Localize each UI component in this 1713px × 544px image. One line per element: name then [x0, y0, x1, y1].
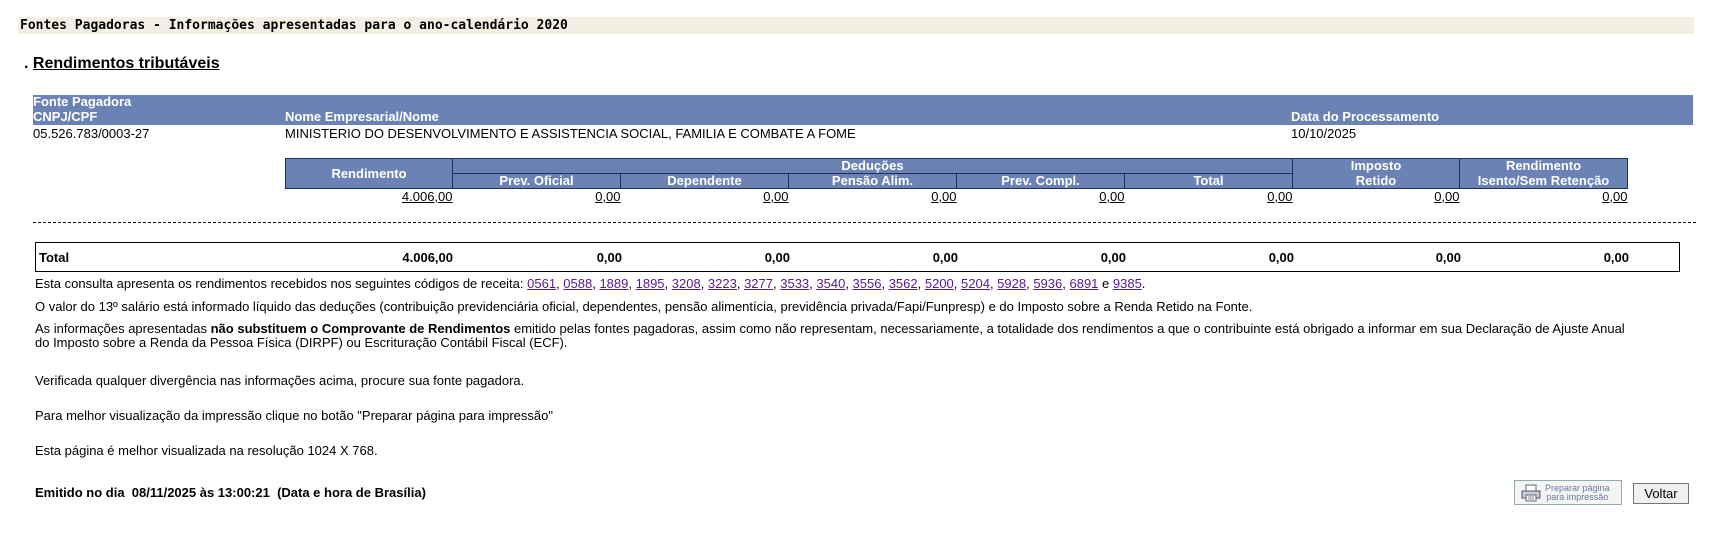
code-separator: , — [845, 276, 853, 291]
col-imposto: Imposto — [1292, 158, 1460, 174]
total-imposto: 0,00 — [1435, 250, 1461, 265]
code-link[interactable]: 1895 — [636, 276, 665, 291]
code-link[interactable]: 6891 — [1069, 276, 1098, 291]
code-link[interactable]: 3533 — [780, 276, 809, 291]
total-label: Total — [39, 250, 70, 265]
code-separator: , — [628, 276, 636, 291]
col-rendimento: Rendimento — [285, 158, 453, 189]
total-pensao: 0,00 — [932, 250, 958, 265]
col-imposto-l2: Retido — [1292, 173, 1460, 189]
header-fonte-pagadora: Fonte Pagadora — [33, 94, 132, 109]
source-row: 05.526.783/0003-27 MINISTERIO DO DESENVO… — [33, 126, 1693, 142]
resolucao-paragraph: Esta página é melhor visualizada na reso… — [35, 443, 378, 458]
code-link[interactable]: 3277 — [744, 276, 773, 291]
codes-text: Esta consulta apresenta os rendimentos r… — [35, 276, 528, 291]
col-pensao: Pensão Alim. — [788, 173, 957, 189]
total-isento: 0,00 — [1603, 250, 1629, 265]
decimo-paragraph: O valor do 13º salário está informado lí… — [35, 299, 1253, 314]
value-prev-compl[interactable]: 0,00 — [957, 189, 1124, 206]
table-row: 4.006,00 0,00 0,00 0,00 0,00 0,00 0,00 0… — [286, 189, 1628, 206]
code-link[interactable]: 3208 — [672, 276, 701, 291]
voltar-button[interactable]: Voltar — [1633, 483, 1689, 504]
code-separator: , — [700, 276, 708, 291]
code-separator: , — [953, 276, 962, 291]
code-link[interactable]: 5936 — [1033, 276, 1062, 291]
comprovante-a: As informações apresentadas — [35, 321, 211, 336]
code-link[interactable]: 5204 — [961, 276, 990, 291]
section-prefix: . — [24, 55, 33, 72]
page-title: Fontes Pagadoras - Informações apresenta… — [18, 17, 1694, 34]
code-link[interactable]: 3556 — [853, 276, 882, 291]
code-separator: , — [664, 276, 672, 291]
source-nome: MINISTERIO DO DESENVOLVIMENTO E ASSISTEN… — [285, 126, 856, 141]
comprovante-b: não substituem o Comprovante de Rendimen… — [210, 321, 511, 336]
comprovante-d: do Imposto sobre a Renda da Pessoa Físic… — [35, 335, 568, 350]
col-dependente: Dependente — [620, 173, 789, 189]
deductions-table: Rendimento Deduções Imposto Rendimento P… — [285, 158, 1628, 205]
value-rendimento[interactable]: 4.006,00 — [286, 189, 453, 206]
comprovante-c: emitido pelas fontes pagadoras, assim co… — [510, 321, 1625, 336]
total-rendimento: 4.006,00 — [402, 250, 453, 265]
comprovante-paragraph: As informações apresentadas não substitu… — [35, 322, 1675, 350]
code-link[interactable]: 0588 — [563, 276, 592, 291]
value-isento[interactable]: 0,00 — [1460, 189, 1627, 206]
code-link[interactable]: 5928 — [997, 276, 1026, 291]
section-title-text: Rendimentos tributáveis — [32, 55, 220, 72]
code-separator: . — [1141, 276, 1146, 291]
col-deducoes: Deduções — [452, 158, 1293, 174]
header-data-processamento: Data do Processamento — [1291, 109, 1440, 124]
value-prev-oficial[interactable]: 0,00 — [453, 189, 620, 206]
impressao-paragraph: Para melhor visualização da impressão cl… — [35, 408, 553, 423]
code-link[interactable]: 1889 — [599, 276, 628, 291]
col-prev-compl: Prev. Compl. — [956, 173, 1125, 189]
col-isento: Rendimento — [1459, 158, 1628, 174]
codes-paragraph: Esta consulta apresenta os rendimentos r… — [35, 277, 1145, 291]
source-cnpj: 05.526.783/0003-27 — [33, 126, 150, 141]
value-imposto[interactable]: 0,00 — [1293, 189, 1459, 206]
total-prev-oficial: 0,00 — [596, 250, 622, 265]
header-nome: Nome Empresarial/Nome — [285, 109, 439, 124]
code-separator: , — [917, 276, 925, 291]
value-pensao[interactable]: 0,00 — [789, 189, 956, 206]
value-total[interactable]: 0,00 — [1125, 189, 1292, 206]
section-title: . Rendimentos tributáveis — [24, 55, 220, 73]
code-separator: , — [881, 276, 889, 291]
total-row: Total 4.006,00 0,00 0,00 0,00 0,00 0,00 … — [35, 242, 1680, 272]
emitido-text: Emitido no dia 08/11/2025 às 13:00:21 (D… — [35, 485, 426, 500]
total-total: 0,00 — [1268, 250, 1294, 265]
col-total: Total — [1124, 173, 1293, 189]
code-link[interactable]: 3223 — [708, 276, 737, 291]
total-dependente: 0,00 — [764, 250, 790, 265]
print-label-l2: para impressão — [1546, 491, 1609, 502]
code-separator: , — [736, 276, 745, 291]
printer-icon — [1521, 484, 1541, 501]
codes-list: 0561, 0588, 1889, 1895, 3208, 3223, 3277… — [527, 276, 1145, 291]
col-isento-l2: Isento/Sem Retenção — [1459, 173, 1628, 189]
code-link[interactable]: 3562 — [889, 276, 918, 291]
dashed-divider — [33, 222, 1696, 223]
code-link[interactable]: 9385 — [1113, 276, 1142, 291]
source-data: 10/10/2025 — [1291, 126, 1357, 141]
col-prev-oficial: Prev. Oficial — [452, 173, 621, 189]
value-dependente[interactable]: 0,00 — [621, 189, 788, 206]
print-button-label: Preparar página para impressão — [1545, 483, 1610, 502]
code-separator: e — [1098, 276, 1113, 291]
divergencia-paragraph: Verificada qualquer divergência nas info… — [35, 373, 525, 388]
print-button[interactable]: Preparar página para impressão — [1514, 480, 1622, 505]
code-link[interactable]: 3540 — [816, 276, 845, 291]
source-header-bar: Fonte Pagadora CNPJ/CPF Nome Empresarial… — [33, 95, 1693, 125]
code-link[interactable]: 5200 — [925, 276, 954, 291]
code-link[interactable]: 0561 — [527, 276, 556, 291]
header-cnpj: CNPJ/CPF — [33, 109, 98, 124]
total-prev-compl: 0,00 — [1100, 250, 1126, 265]
